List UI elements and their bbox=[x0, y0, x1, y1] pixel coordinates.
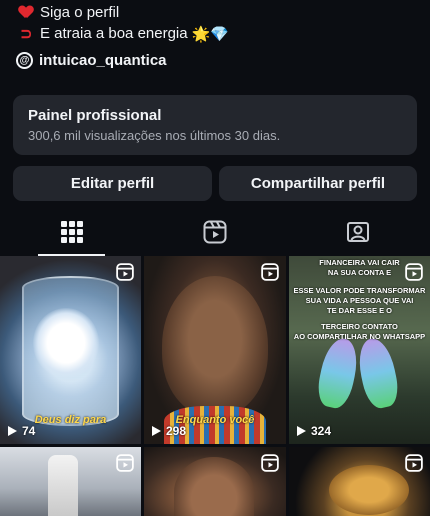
professional-dashboard[interactable]: Painel profissional 300,6 mil visualizaç… bbox=[13, 95, 417, 155]
reel-badge-icon bbox=[116, 454, 134, 472]
share-profile-button[interactable]: Compartilhar perfil bbox=[219, 166, 417, 201]
edit-profile-button[interactable]: Editar perfil bbox=[13, 166, 212, 201]
bio-line-1-text: Siga o perfil bbox=[40, 4, 120, 21]
elder-portrait-image bbox=[162, 276, 268, 416]
grid-icon bbox=[60, 221, 83, 243]
overlay-text-mid: ESSE VALOR PODE TRANSFORMAR SUA VIDA A P… bbox=[293, 286, 426, 316]
magnet-icon: U bbox=[18, 28, 34, 39]
view-count: 298 bbox=[152, 424, 186, 438]
post-tile[interactable]: Deus diz para 74 bbox=[0, 256, 141, 444]
tab-posts-grid[interactable] bbox=[0, 208, 143, 256]
reel-badge-icon bbox=[261, 263, 279, 281]
elder-portrait-image bbox=[174, 457, 254, 516]
tab-tagged[interactable] bbox=[287, 208, 430, 256]
reel-badge-icon bbox=[116, 263, 134, 281]
view-count-value: 74 bbox=[22, 424, 36, 438]
overlay-line: AO COMPARTILHAR NO WHATSAPP bbox=[293, 332, 426, 341]
reel-badge-icon bbox=[405, 454, 423, 472]
bio-line-2: U E atraia a boa energia 🌟💎 bbox=[16, 23, 229, 44]
object-image bbox=[48, 455, 78, 516]
betta-fish-image bbox=[33, 308, 99, 378]
tab-reels[interactable] bbox=[143, 208, 286, 256]
play-icon bbox=[297, 426, 306, 436]
profile-bio: Siga o perfil U E atraia a boa energia 🌟… bbox=[16, 2, 229, 44]
profile-tabs bbox=[0, 208, 430, 256]
heart-icon bbox=[16, 6, 36, 19]
overlay-line: TERCEIRO CONTATO bbox=[321, 322, 398, 331]
post-tile[interactable] bbox=[0, 447, 141, 516]
hummingbird-image bbox=[354, 335, 402, 411]
view-count-value: 298 bbox=[166, 424, 187, 438]
bio-line-2-text: E atraia a boa energia bbox=[40, 25, 188, 42]
panel-subtitle: 300,6 mil visualizações nos últimos 30 d… bbox=[28, 128, 281, 143]
overlay-text-bottom: TERCEIRO CONTATO AO COMPARTILHAR NO WHAT… bbox=[293, 322, 426, 342]
tagged-icon bbox=[347, 222, 370, 242]
post-tile[interactable] bbox=[289, 447, 430, 516]
post-tile[interactable]: Enquanto você 298 bbox=[144, 256, 286, 444]
threads-handle: intuicao_quantica bbox=[39, 52, 167, 69]
play-icon bbox=[8, 426, 17, 436]
view-count-value: 324 bbox=[311, 424, 332, 438]
panel-title: Painel profissional bbox=[28, 107, 162, 124]
view-count: 324 bbox=[297, 424, 331, 438]
post-tile[interactable] bbox=[144, 447, 286, 516]
threads-icon: @ bbox=[16, 52, 33, 69]
view-count: 74 bbox=[8, 424, 35, 438]
overlay-line: TE DAR ESSE E O bbox=[326, 306, 392, 315]
hummingbird-image bbox=[314, 335, 362, 411]
overlay-line: SUA VIDA A PESSOA QUE VAI bbox=[305, 296, 414, 305]
posts-grid: Deus diz para 74 Enquanto você 298 FINAN… bbox=[0, 256, 430, 516]
reel-badge-icon bbox=[405, 263, 423, 281]
star-diamond-emoji: 🌟💎 bbox=[191, 25, 229, 43]
reels-icon bbox=[203, 220, 227, 244]
overlay-line: ESSE VALOR PODE TRANSFORMAR bbox=[293, 286, 426, 295]
threads-profile-link[interactable]: @ intuicao_quantica bbox=[16, 52, 167, 69]
post-tile[interactable]: FINANCEIRA VAI CAIR NA SUA CONTA E ESSE … bbox=[289, 256, 430, 444]
golden-tree-image bbox=[329, 465, 409, 515]
bio-line-1: Siga o perfil bbox=[16, 2, 229, 23]
play-icon bbox=[152, 426, 161, 436]
reel-badge-icon bbox=[261, 454, 279, 472]
